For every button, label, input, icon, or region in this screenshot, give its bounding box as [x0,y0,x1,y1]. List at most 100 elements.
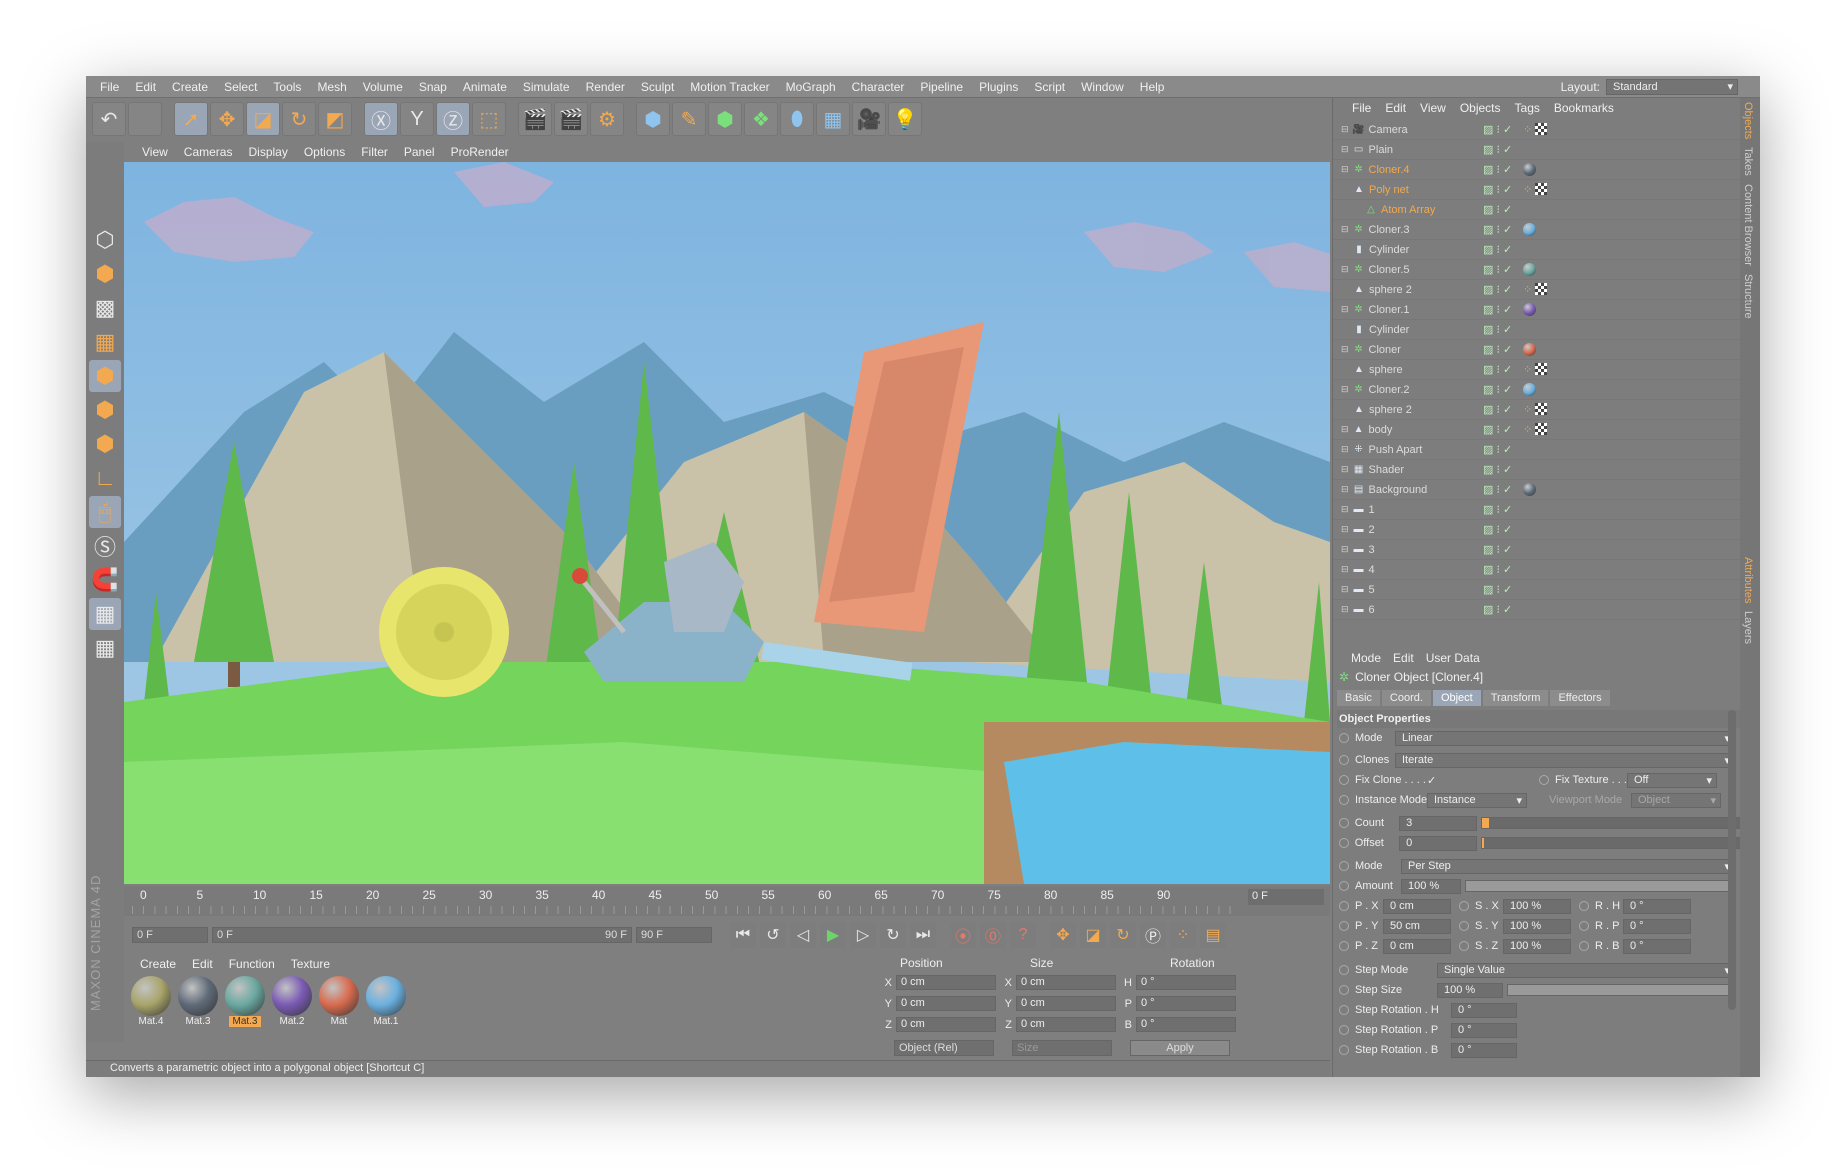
object-row[interactable]: ⊟ ▭ Plain ▨ ⁝ ✓ [1333,140,1741,160]
material-thumbnail[interactable]: Mat [318,974,360,1032]
menu-select[interactable]: Select [216,80,265,94]
visibility-flags[interactable]: ▨ ⁝ ✓ [1483,403,1512,416]
visibility-flags[interactable]: ▨ ⁝ ✓ [1483,283,1512,296]
side-tab-objects[interactable]: Objects [1740,98,1756,143]
animate-radio[interactable] [1579,901,1589,911]
expand-toggle-icon[interactable]: ⊟ [1341,504,1349,515]
viewport-mode-dropdown[interactable]: Object [1631,792,1721,808]
tab-effectors[interactable]: Effectors [1550,690,1610,706]
material-tag-icon[interactable] [1523,263,1536,276]
tab-object[interactable]: Object [1432,690,1481,706]
phong-tag-icon[interactable]: ⁘ [1523,403,1532,416]
attribute-menu-user-data[interactable]: User Data [1420,651,1486,665]
expand-toggle-icon[interactable]: ⊟ [1341,264,1349,275]
menu-tools[interactable]: Tools [265,80,309,94]
object-row[interactable]: ⊟ ▲ body ▨ ⁝ ✓ ⁘ [1333,420,1741,440]
sz-field[interactable]: 100 % [1503,938,1571,954]
position-field[interactable]: 0 cm [896,1017,996,1032]
viewport-menu-filter[interactable]: Filter [353,145,396,159]
material-menu-create[interactable]: Create [132,957,184,971]
animate-radio[interactable] [1539,775,1549,785]
layout-dropdown[interactable]: Standard [1606,79,1738,95]
phong-tag-icon[interactable]: ⁘ [1523,283,1532,296]
uvw-tag-icon[interactable] [1535,423,1548,435]
visibility-flags[interactable]: ▨ ⁝ ✓ [1483,183,1512,196]
py-field[interactable]: 50 cm [1383,918,1451,934]
object-row[interactable]: ⊟ ▬ 1 ▨ ⁝ ✓ [1333,500,1741,520]
phong-tag-icon[interactable]: ⁘ [1523,363,1532,376]
light-object-button[interactable]: 💡 [888,102,922,136]
material-menu-edit[interactable]: Edit [184,957,221,971]
object-row[interactable]: △ Atom Array ▨ ⁝ ✓ [1333,200,1741,220]
record-keys-button[interactable]: ⦿ [950,922,976,948]
expand-toggle-icon[interactable]: ⊟ [1341,384,1349,395]
objects-menu-edit[interactable]: Edit [1378,101,1413,115]
position-field[interactable]: 0 cm [896,975,996,990]
x-axis-lock-button[interactable]: Ⓧ [364,102,398,136]
cube-object-button[interactable]: ⬢ [636,102,670,136]
phong-tag-icon[interactable]: ⁘ [1523,183,1532,196]
rotation-field[interactable]: 0 ° [1136,1017,1236,1032]
menu-sculpt[interactable]: Sculpt [633,80,682,94]
expand-toggle-icon[interactable]: ⊟ [1341,464,1349,475]
visibility-flags[interactable]: ▨ ⁝ ✓ [1483,463,1512,476]
animate-radio[interactable] [1339,755,1349,765]
magnet-icon[interactable]: 🧲 [89,564,121,596]
expand-toggle-icon[interactable]: ⊟ [1341,344,1349,355]
animate-radio[interactable] [1579,921,1589,931]
record-position-button[interactable]: ✥ [1050,922,1076,948]
material-tag-icon[interactable] [1523,383,1536,396]
animate-radio[interactable] [1339,901,1349,911]
visibility-flags[interactable]: ▨ ⁝ ✓ [1483,263,1512,276]
object-row[interactable]: ⊟ ✲ Cloner.4 ▨ ⁝ ✓ [1333,160,1741,180]
menu-motion-tracker[interactable]: Motion Tracker [682,80,777,94]
visibility-flags[interactable]: ▨ ⁝ ✓ [1483,303,1512,316]
previous-frame-button[interactable]: ◁ [790,922,816,948]
object-row[interactable]: ⊟ ▤ Background ▨ ⁝ ✓ [1333,480,1741,500]
visibility-flags[interactable]: ▨ ⁝ ✓ [1483,603,1512,616]
visibility-flags[interactable]: ▨ ⁝ ✓ [1483,523,1512,536]
object-row[interactable]: ▮ Cylinder ▨ ⁝ ✓ [1333,320,1741,340]
record-rotation-button[interactable]: ↻ [1110,922,1136,948]
animate-radio[interactable] [1339,921,1349,931]
snap-icon[interactable]: Ⓢ [89,530,121,562]
polygons-mode-icon[interactable]: ⬢ [89,428,121,460]
expand-toggle-icon[interactable]: ⊟ [1341,584,1349,595]
animate-radio[interactable] [1339,838,1349,848]
coordinate-system-button[interactable]: ⬚ [472,102,506,136]
object-row[interactable]: ▮ Cylinder ▨ ⁝ ✓ [1333,240,1741,260]
next-key-button[interactable]: ↻ [880,922,906,948]
object-row[interactable]: ⊟ ▬ 5 ▨ ⁝ ✓ [1333,580,1741,600]
material-menu-texture[interactable]: Texture [283,957,338,971]
expand-toggle-icon[interactable]: ⊟ [1341,304,1349,315]
live-selection-button[interactable]: ◩ [318,102,352,136]
material-menu-function[interactable]: Function [221,957,283,971]
fix-clone-checkbox[interactable]: ✓ [1427,774,1537,787]
uvw-tag-icon[interactable] [1535,183,1548,195]
instance-mode-dropdown[interactable]: Instance [1427,792,1527,808]
side-tab-attributes[interactable]: Attributes [1740,553,1756,607]
viewport-menu-panel[interactable]: Panel [396,145,443,159]
expand-toggle-icon[interactable]: ⊟ [1341,124,1349,135]
mode-dropdown[interactable]: Linear [1395,730,1735,746]
select-tool-button[interactable]: ➚ [174,102,208,136]
go-to-end-button[interactable]: ⏭ [910,922,936,948]
object-row[interactable]: ⊟ ✲ Cloner ▨ ⁝ ✓ [1333,340,1741,360]
animate-radio[interactable] [1339,861,1349,871]
object-row[interactable]: ⊟ ▬ 4 ▨ ⁝ ✓ [1333,560,1741,580]
step-rotation-p-field[interactable]: 0 ° [1451,1022,1517,1038]
tab-transform[interactable]: Transform [1482,690,1549,706]
tweak-mode-icon[interactable]: 🖱 [89,496,121,528]
menu-window[interactable]: Window [1073,80,1132,94]
z-axis-lock-button[interactable]: Ⓩ [436,102,470,136]
count-field[interactable]: 3 [1399,815,1477,831]
menu-plugins[interactable]: Plugins [971,80,1026,94]
menu-volume[interactable]: Volume [355,80,411,94]
menu-edit[interactable]: Edit [127,80,164,94]
expand-toggle-icon[interactable]: ⊟ [1341,424,1349,435]
axis-mode-icon[interactable]: ∟ [89,462,121,494]
visibility-flags[interactable]: ▨ ⁝ ✓ [1483,203,1512,216]
visibility-flags[interactable]: ▨ ⁝ ✓ [1483,583,1512,596]
material-thumbnail[interactable]: Mat.1 [365,974,407,1032]
visibility-flags[interactable]: ▨ ⁝ ✓ [1483,563,1512,576]
